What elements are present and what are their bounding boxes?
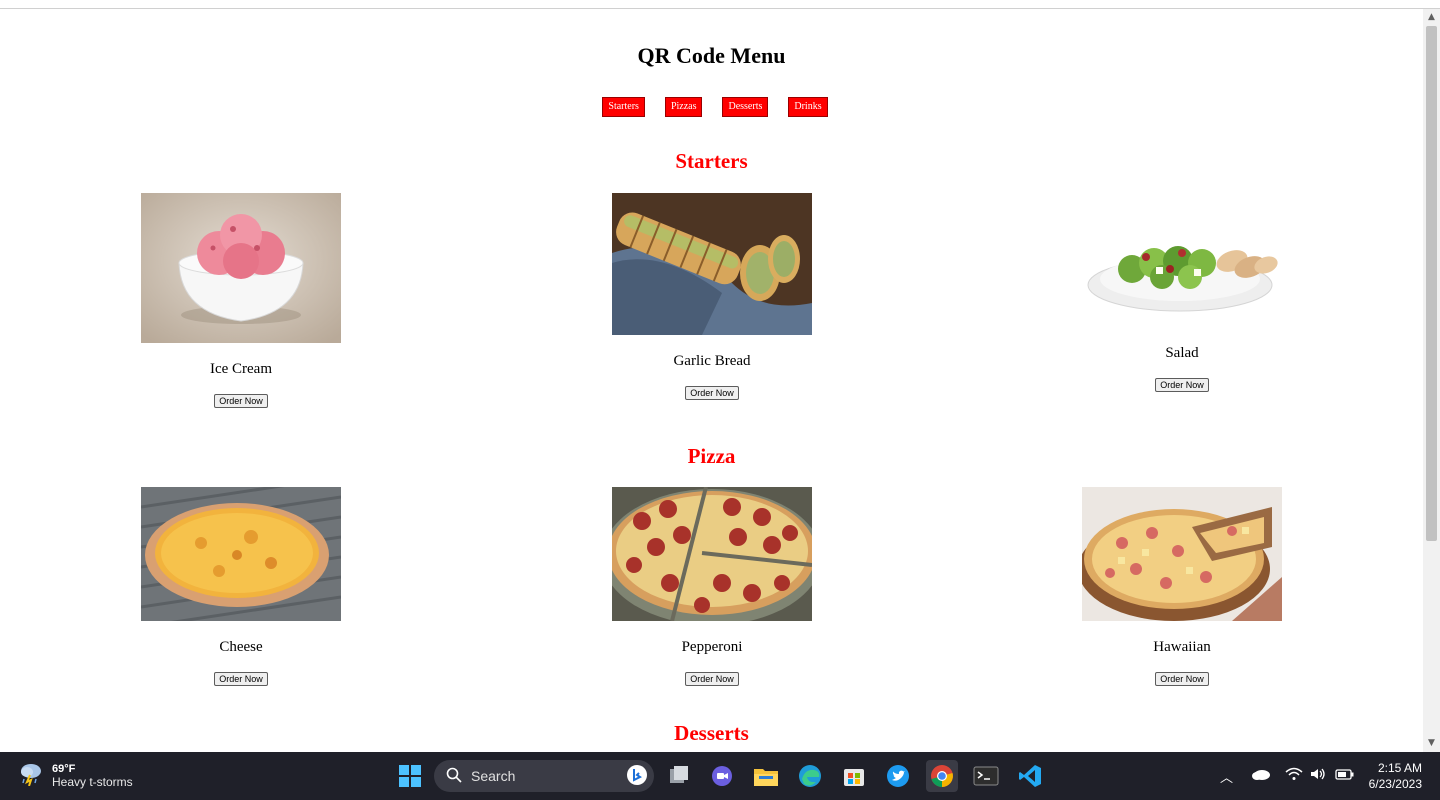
order-now-button[interactable]: Order Now: [214, 394, 268, 408]
item-name: Hawaiian: [1153, 639, 1211, 655]
meet-icon[interactable]: [707, 761, 737, 791]
nav-starters-button[interactable]: Starters: [602, 97, 645, 117]
menu-item: Ice Cream Order Now: [141, 193, 341, 409]
wifi-icon[interactable]: [1285, 767, 1303, 786]
search-placeholder: Search: [471, 768, 516, 784]
weather-widget[interactable]: 69°F Heavy t-storms: [18, 760, 133, 791]
storm-cloud-icon: [18, 760, 44, 791]
system-tray: ︿: [1220, 752, 1355, 800]
bing-icon[interactable]: [626, 764, 648, 789]
item-name: Salad: [1165, 345, 1199, 361]
order-now-button[interactable]: Order Now: [685, 386, 739, 400]
chrome-icon[interactable]: [926, 760, 958, 792]
start-icon[interactable]: [395, 761, 425, 791]
garlic-bread-image: [612, 193, 812, 335]
menu-item: Pepperoni Order Now: [612, 487, 812, 687]
vertical-scrollbar[interactable]: ▲ ▼: [1423, 9, 1440, 752]
scroll-down-icon[interactable]: ▼: [1423, 735, 1440, 752]
item-name: Ice Cream: [209, 361, 273, 377]
battery-icon[interactable]: [1335, 767, 1355, 786]
vscode-icon[interactable]: [1015, 761, 1045, 791]
volume-icon[interactable]: [1309, 767, 1327, 786]
file-explorer-icon[interactable]: [751, 761, 781, 791]
item-name: Cheese: [219, 639, 263, 655]
clock-date: 6/23/2023: [1368, 777, 1422, 791]
nav-desserts-button[interactable]: Desserts: [722, 97, 769, 117]
section-title-pizza: Pizza: [687, 444, 736, 468]
item-name: Pepperoni: [681, 639, 743, 655]
clock-time: 2:15 AM: [1377, 761, 1422, 775]
page-viewport: QR Code Menu Starters Pizzas Desserts Dr…: [0, 9, 1423, 752]
edge-icon[interactable]: [795, 761, 825, 791]
scroll-up-icon[interactable]: ▲: [1423, 9, 1440, 26]
order-now-button[interactable]: Order Now: [1155, 378, 1209, 392]
chevron-up-icon[interactable]: ︿: [1220, 767, 1233, 786]
onedrive-icon[interactable]: [1251, 767, 1271, 786]
page-title: QR Code Menu: [637, 43, 786, 68]
weather-temp: 69°F: [52, 762, 76, 775]
store-icon[interactable]: [839, 761, 869, 791]
order-now-button[interactable]: Order Now: [685, 672, 739, 686]
cheese-pizza-image: [141, 487, 341, 621]
scroll-thumb[interactable]: [1426, 26, 1437, 541]
menu-nav: Starters Pizzas Desserts Drinks: [0, 97, 1423, 117]
menu-item: Salad Order Now: [1082, 217, 1282, 393]
nav-drinks-button[interactable]: Drinks: [788, 97, 828, 117]
menu-item: Garlic Bread Order Now: [612, 193, 812, 401]
twitter-icon[interactable]: [883, 761, 913, 791]
section-title-desserts: Desserts: [674, 721, 749, 745]
order-now-button[interactable]: Order Now: [1155, 672, 1209, 686]
hawaiian-pizza-image: [1082, 487, 1282, 621]
windows-taskbar: 69°F Heavy t-storms Search ︿ 2:15 AM 6/2…: [0, 752, 1440, 800]
nav-pizzas-button[interactable]: Pizzas: [664, 97, 703, 117]
taskbar-clock[interactable]: 2:15 AM 6/23/2023: [1369, 760, 1422, 792]
item-name: Garlic Bread: [673, 353, 751, 369]
order-now-button[interactable]: Order Now: [214, 672, 268, 686]
browser-top-edge: [0, 0, 1440, 9]
menu-item: Cheese Order Now: [141, 487, 341, 687]
task-view-icon[interactable]: [664, 761, 694, 791]
taskbar-search-box[interactable]: Search: [434, 760, 654, 792]
pepperoni-pizza-image: [612, 487, 812, 621]
terminal-icon[interactable]: [971, 761, 1001, 791]
search-icon: [446, 767, 462, 786]
weather-condition: Heavy t-storms: [52, 774, 133, 789]
ice-cream-image: [141, 193, 341, 343]
menu-item: Hawaiian Order Now: [1082, 487, 1282, 687]
salad-image: [1082, 217, 1282, 327]
section-title-starters: Starters: [675, 149, 748, 173]
